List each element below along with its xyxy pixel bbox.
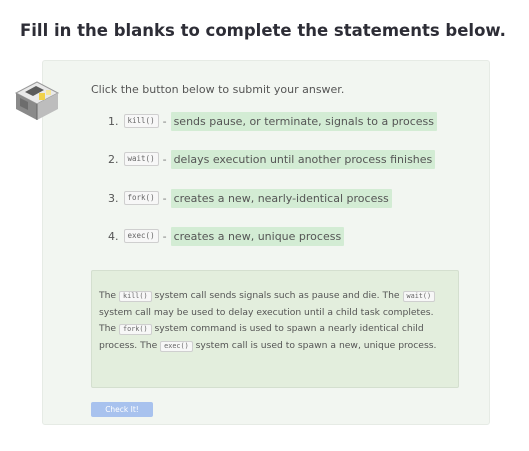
answer-blank-1[interactable]: sends pause, or terminate, signals to a … <box>170 111 437 131</box>
dash: - <box>162 114 167 128</box>
statement-3: 3. fork() - creates a new, nearly-identi… <box>108 188 392 208</box>
code-chip: exec() <box>160 340 193 352</box>
dash: - <box>162 191 167 205</box>
code-chip: exec() <box>123 229 159 243</box>
answer-blank-4[interactable]: creates a new, unique process <box>170 226 345 246</box>
code-chip: wait() <box>402 291 436 302</box>
code-chip: wait() <box>123 152 159 166</box>
statement-1: 1. kill() - sends pause, or terminate, s… <box>108 111 437 131</box>
feedback-text: The <box>99 290 120 301</box>
answer-blank-3[interactable]: creates a new, nearly-identical process <box>170 188 392 208</box>
isometric-room-icon <box>14 81 60 120</box>
dash: - <box>162 152 167 166</box>
code-chip: fork() <box>123 191 159 205</box>
statement-2: 2. wait() - delays execution until anoth… <box>108 149 436 169</box>
statement-4: 4. exec() - creates a new, unique proces… <box>108 226 345 246</box>
feedback-panel: The kill() system call sends signals suc… <box>91 270 459 388</box>
statement-number: 3. <box>108 191 119 205</box>
code-chip: kill() <box>119 291 152 302</box>
code-chip: fork() <box>119 324 152 336</box>
code-chip: kill() <box>123 114 159 128</box>
answer-blank-2[interactable]: delays execution until another process f… <box>170 149 436 169</box>
statement-number: 1. <box>108 114 119 128</box>
statement-number: 4. <box>108 229 119 243</box>
statement-number: 2. <box>108 152 119 166</box>
check-it-button[interactable]: Check It! <box>91 402 153 417</box>
feedback-text: system call sends signals such as pause … <box>151 290 403 301</box>
feedback-text: system call is used to spawn a new, uniq… <box>192 339 437 351</box>
instruction-text: Click the button below to submit your an… <box>91 83 345 96</box>
page-title: Fill in the blanks to complete the state… <box>20 21 506 40</box>
dash: - <box>162 229 167 243</box>
